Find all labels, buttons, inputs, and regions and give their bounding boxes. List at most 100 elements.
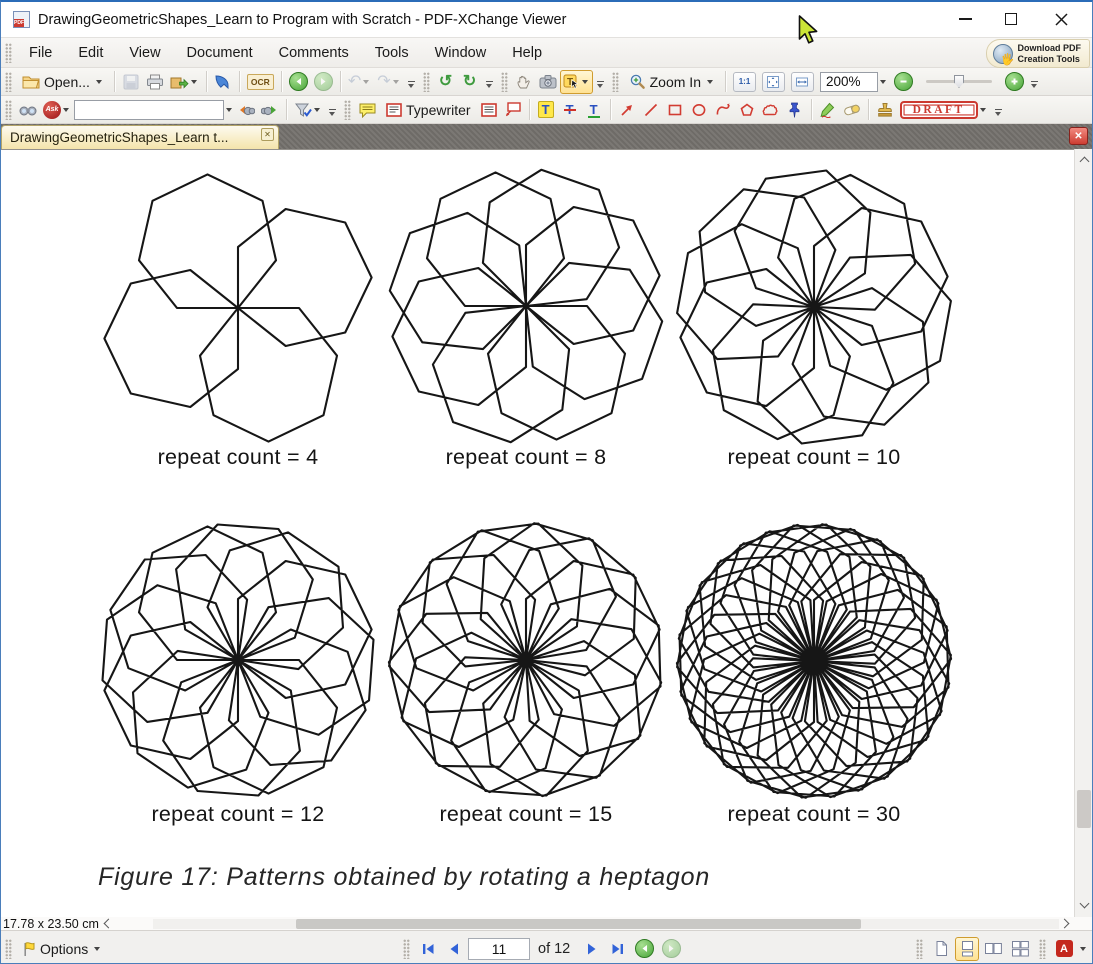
page-number-input[interactable] bbox=[468, 937, 530, 960]
menu-help[interactable]: Help bbox=[499, 41, 555, 65]
zoom-level-dropdown[interactable] bbox=[879, 79, 886, 84]
statusbar-drag-handle[interactable] bbox=[1039, 938, 1046, 959]
fit-width-button[interactable] bbox=[788, 70, 817, 94]
horizontal-scrollbar[interactable] bbox=[153, 919, 1059, 929]
oval-tool[interactable] bbox=[687, 98, 711, 122]
maximize-button[interactable] bbox=[988, 2, 1034, 36]
search-button[interactable] bbox=[16, 98, 40, 122]
redo-dropdown[interactable] bbox=[392, 79, 399, 84]
toolbar-overflow[interactable] bbox=[994, 109, 1003, 118]
strikeout-text-tool[interactable]: T bbox=[558, 98, 582, 122]
select-tool-dropdown[interactable] bbox=[581, 79, 588, 84]
typewriter-tool[interactable]: Typewriter bbox=[380, 98, 477, 122]
scroll-right-button[interactable] bbox=[1059, 918, 1070, 929]
open-button[interactable]: Open... bbox=[16, 70, 110, 94]
horizontal-scrollbar-thumb[interactable] bbox=[296, 919, 861, 929]
menu-file[interactable]: File bbox=[16, 41, 65, 65]
previous-page-button[interactable] bbox=[442, 937, 466, 961]
close-document-button[interactable] bbox=[1069, 127, 1088, 145]
filter-button[interactable] bbox=[291, 98, 325, 122]
scroll-up-button[interactable] bbox=[1075, 151, 1092, 168]
menu-view[interactable]: View bbox=[116, 41, 173, 65]
eraser-tool[interactable] bbox=[840, 98, 864, 122]
zoom-tool-dropdown[interactable] bbox=[706, 79, 713, 84]
zoom-in-tool-button[interactable]: Zoom In bbox=[623, 70, 721, 94]
undo-button[interactable]: ↶ bbox=[345, 70, 374, 94]
ask-dropdown[interactable] bbox=[63, 107, 69, 112]
select-tool-button[interactable]: T bbox=[559, 69, 593, 94]
line-tool[interactable] bbox=[639, 98, 663, 122]
fit-page-button[interactable] bbox=[759, 70, 788, 94]
zoom-slider[interactable] bbox=[925, 75, 992, 88]
filter-dropdown[interactable] bbox=[314, 107, 320, 112]
document-tab[interactable]: DrawingGeometricShapes_Learn t... ✕ bbox=[1, 125, 279, 149]
snapshot-tool-button[interactable] bbox=[536, 70, 560, 94]
next-view-button[interactable] bbox=[659, 937, 684, 961]
first-page-button[interactable] bbox=[416, 937, 440, 961]
toolbar-overflow[interactable] bbox=[328, 109, 337, 118]
search-history-dropdown[interactable] bbox=[226, 107, 232, 112]
find-previous-button[interactable] bbox=[234, 98, 258, 122]
menubar-drag-handle[interactable] bbox=[5, 42, 12, 63]
stamp-dropdown[interactable] bbox=[979, 107, 986, 112]
go-forward-button[interactable] bbox=[311, 70, 336, 94]
redo-button[interactable]: ↷ bbox=[374, 70, 403, 94]
last-page-button[interactable] bbox=[606, 937, 630, 961]
menu-comments[interactable]: Comments bbox=[266, 41, 362, 65]
highlight-text-tool[interactable]: T bbox=[534, 98, 558, 122]
save-button[interactable] bbox=[119, 70, 143, 94]
toolbar-drag-handle[interactable] bbox=[422, 71, 430, 92]
pin-tool[interactable] bbox=[783, 98, 807, 122]
viewmode-drag-handle[interactable] bbox=[916, 938, 923, 959]
toolbar-overflow[interactable] bbox=[596, 81, 605, 90]
scroll-down-button[interactable] bbox=[1075, 896, 1092, 913]
adobe-dropdown[interactable] bbox=[1080, 946, 1086, 951]
rotate-ccw-button[interactable]: ↺ bbox=[434, 70, 458, 94]
toolbar-drag-handle[interactable] bbox=[344, 99, 351, 120]
find-next-button[interactable] bbox=[258, 98, 282, 122]
zoom-slider-thumb[interactable] bbox=[953, 75, 964, 88]
toolbar-drag-handle[interactable] bbox=[5, 71, 12, 92]
hand-tool-button[interactable] bbox=[512, 70, 536, 94]
sticky-note-tool[interactable] bbox=[355, 98, 380, 122]
undo-dropdown[interactable] bbox=[363, 79, 370, 84]
options-dropdown[interactable] bbox=[94, 946, 101, 951]
pagenav-drag-handle[interactable] bbox=[403, 938, 410, 959]
vertical-scrollbar[interactable] bbox=[1074, 149, 1092, 917]
text-box-tool[interactable] bbox=[477, 98, 501, 122]
polygon-tool[interactable] bbox=[735, 98, 759, 122]
callout-tool[interactable] bbox=[501, 98, 525, 122]
menu-edit[interactable]: Edit bbox=[65, 41, 116, 65]
actual-size-button[interactable]: 1:1 bbox=[730, 70, 759, 94]
previous-view-button[interactable] bbox=[632, 937, 657, 961]
statusbar-drag-handle[interactable] bbox=[5, 938, 12, 959]
cloud-tool[interactable] bbox=[759, 98, 783, 122]
export-dropdown[interactable] bbox=[190, 79, 197, 84]
options-button[interactable]: Options bbox=[16, 937, 108, 961]
go-back-button[interactable] bbox=[286, 70, 311, 94]
zoom-level-combo[interactable]: 200% bbox=[817, 70, 891, 94]
zoom-in-button[interactable] bbox=[1002, 70, 1027, 94]
arrow-tool[interactable] bbox=[615, 98, 639, 122]
tab-close-icon[interactable]: ✕ bbox=[261, 128, 274, 141]
next-page-button[interactable] bbox=[580, 937, 604, 961]
underline-text-tool[interactable]: T bbox=[582, 98, 606, 122]
menu-document[interactable]: Document bbox=[174, 41, 266, 65]
rectangle-tool[interactable] bbox=[663, 98, 687, 122]
ocr-button[interactable]: OCR bbox=[244, 70, 277, 94]
close-button[interactable] bbox=[1038, 2, 1084, 36]
zoom-level-value[interactable]: 200% bbox=[819, 71, 878, 92]
toolbar-drag-handle[interactable] bbox=[5, 99, 12, 120]
open-dropdown[interactable] bbox=[95, 79, 102, 84]
search-input[interactable] bbox=[74, 99, 224, 120]
vertical-scrollbar-thumb[interactable] bbox=[1077, 790, 1091, 828]
menu-tools[interactable]: Tools bbox=[362, 41, 422, 65]
download-pdf-creation-tools-button[interactable]: 🖐 Download PDF Creation Tools bbox=[985, 39, 1090, 68]
ask-button[interactable]: Ask bbox=[40, 98, 74, 122]
toolbar-overflow[interactable] bbox=[485, 81, 494, 90]
zoom-out-button[interactable] bbox=[891, 70, 916, 94]
continuous-page-button[interactable] bbox=[955, 936, 979, 961]
rotate-cw-button[interactable]: ↻ bbox=[458, 70, 482, 94]
open-in-adobe-button[interactable]: A bbox=[1052, 937, 1076, 961]
toolbar-drag-handle[interactable] bbox=[611, 71, 619, 92]
